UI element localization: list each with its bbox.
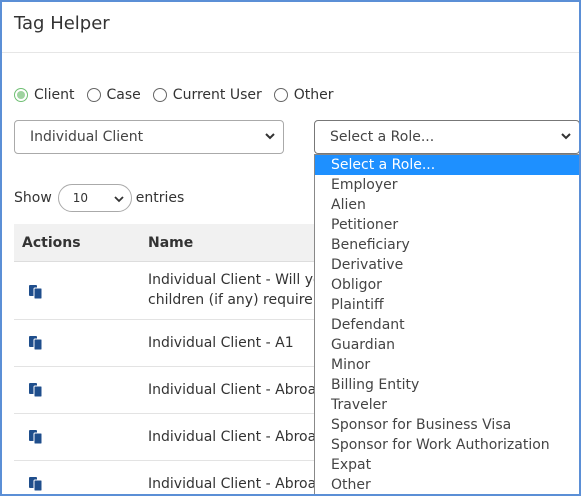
client-select-value: Individual Client — [30, 129, 144, 145]
copy-icon[interactable] — [28, 476, 44, 492]
radio-case-indicator[interactable] — [86, 88, 101, 102]
entries-label: entries — [135, 190, 185, 206]
chevron-down-icon — [114, 196, 124, 203]
role-option[interactable]: Minor — [315, 355, 579, 375]
entries-length-select[interactable]: 10 — [57, 184, 132, 212]
column-header-name[interactable]: Name — [148, 235, 193, 251]
role-option[interactable]: Derivative — [315, 255, 579, 275]
show-label: Show — [14, 190, 52, 206]
role-select-value: Select a Role... — [330, 129, 435, 145]
radio-other[interactable]: Other — [273, 87, 334, 103]
role-option[interactable]: Sponsor for Business Visa — [315, 415, 579, 435]
role-select[interactable]: Select a Role... — [314, 120, 579, 154]
role-option[interactable]: Employer — [315, 175, 579, 195]
radio-client[interactable]: Client — [14, 87, 75, 103]
role-option[interactable]: Other — [315, 475, 579, 494]
entries-length-value: 10 — [72, 191, 89, 205]
entries-length-control: Show 10 entries — [14, 184, 184, 212]
role-option[interactable]: Sponsor for Work Authorization — [315, 435, 579, 455]
dialog-title: Tag Helper — [14, 13, 110, 34]
radio-client-indicator[interactable] — [14, 88, 28, 102]
copy-icon[interactable] — [28, 335, 44, 351]
role-option[interactable]: Guardian — [315, 335, 579, 355]
radio-case[interactable]: Case — [86, 87, 141, 103]
role-option[interactable]: Plaintiff — [315, 295, 579, 315]
role-option[interactable]: Defendant — [315, 315, 579, 335]
client-select[interactable]: Individual Client — [14, 120, 284, 154]
radio-current-user-indicator[interactable] — [152, 88, 167, 102]
role-option[interactable]: Billing Entity — [315, 375, 579, 395]
role-option[interactable]: Select a Role... — [315, 155, 579, 175]
chevron-down-icon — [561, 133, 571, 140]
role-option[interactable]: Expat — [315, 455, 579, 475]
copy-icon[interactable] — [28, 284, 44, 300]
column-header-actions[interactable]: Actions — [22, 235, 81, 251]
chevron-down-icon — [265, 133, 275, 140]
role-option[interactable]: Beneficiary — [315, 235, 579, 255]
role-option[interactable]: Petitioner — [315, 215, 579, 235]
copy-icon[interactable] — [28, 382, 44, 398]
radio-case-label: Case — [106, 87, 141, 103]
tag-helper-dialog: Tag Helper Client Case Current User Othe… — [0, 0, 581, 496]
role-option[interactable]: Obligor — [315, 275, 579, 295]
radio-client-label: Client — [34, 87, 75, 103]
radio-current-user-label: Current User — [172, 87, 262, 103]
tag-type-radio-group: Client Case Current User Other — [14, 85, 346, 105]
role-dropdown-list: Select a Role... Employer Alien Petitioner B… — [314, 154, 579, 494]
radio-other-indicator[interactable] — [273, 88, 288, 102]
radio-other-label: Other — [293, 87, 334, 103]
role-option[interactable]: Alien — [315, 195, 579, 215]
role-option[interactable]: Traveler — [315, 395, 579, 415]
radio-current-user[interactable]: Current User — [152, 87, 262, 103]
dialog-header: Tag Helper — [2, 2, 579, 53]
copy-icon[interactable] — [28, 429, 44, 445]
